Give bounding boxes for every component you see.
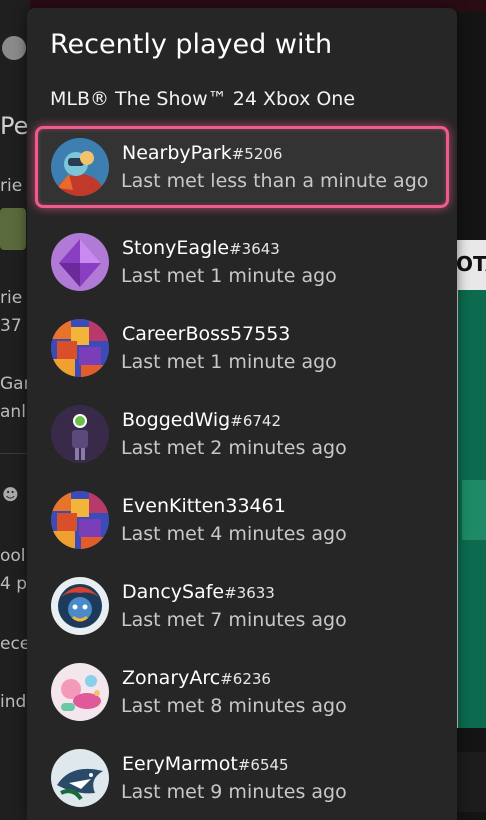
purple-gem-avatar-icon: [51, 233, 109, 291]
player-last-met: Last met 7 minutes ago: [121, 609, 347, 631]
background-text: anl: [0, 402, 26, 422]
player-last-met: Last met 1 minute ago: [121, 351, 337, 373]
player-gamertag-suffix: #3633: [224, 584, 275, 602]
background-text: rie: [0, 176, 23, 196]
game-title: MLB® The Show™ 24 Xbox One: [50, 88, 356, 110]
player-last-met: Last met 9 minutes ago: [121, 781, 347, 803]
player-gamertag: ZonaryArc: [122, 667, 221, 689]
people-icon: ☻: [2, 485, 19, 504]
player-list-item[interactable]: DancySafe#3633 Last met 7 minutes ago: [35, 565, 449, 647]
player-list-item[interactable]: StonyEagle#3643 Last met 1 minute ago: [35, 221, 449, 303]
recently-played-panel: Recently played with MLB® The Show™ 24 X…: [27, 8, 457, 820]
orange-mosaic-avatar-icon: [51, 319, 109, 377]
background-text: ind: [0, 692, 27, 712]
player-gamertag: EvenKitten33461: [122, 495, 286, 517]
background-left-pane: Peo rie rie 37 Gam anl ☻ ool 4 p ece ind: [0, 0, 30, 820]
player-list-item[interactable]: EeryMarmot#6545 Last met 9 minutes ago: [35, 737, 449, 819]
pastel-shapes-avatar-icon: [51, 663, 109, 721]
background-people-heading: Peo: [0, 112, 30, 140]
background-avatar: [0, 208, 26, 250]
background-text: rie: [0, 288, 23, 308]
player-name-line: StonyEagle#3643: [122, 237, 280, 259]
player-name-line: NearbyPark#5206: [122, 142, 282, 164]
player-name-line: DancySafe#3633: [122, 581, 275, 603]
background-text: 37: [0, 316, 22, 336]
player-gamertag: CareerBoss57553: [122, 323, 291, 345]
player-last-met: Last met 1 minute ago: [121, 265, 337, 287]
background-text: ece: [0, 634, 30, 654]
player-list-item[interactable]: ZonaryArc#6236 Last met 8 minutes ago: [35, 651, 449, 733]
player-list-item[interactable]: NearbyPark#5206 Last met less than a min…: [35, 126, 449, 208]
player-name-line: ZonaryArc#6236: [122, 667, 271, 689]
play-triangle-icon: [462, 480, 486, 540]
player-last-met: Last met 2 minutes ago: [121, 437, 347, 459]
background-divider: [0, 453, 30, 454]
player-list-item[interactable]: EvenKitten33461 Last met 4 minutes ago: [35, 479, 449, 561]
player-gamertag-suffix: #6236: [220, 670, 271, 688]
player-last-met: Last met 4 minutes ago: [121, 523, 347, 545]
player-gamertag-suffix: #5206: [231, 145, 283, 163]
xbox-logo-icon: [2, 36, 26, 60]
background-card: [456, 290, 486, 728]
player-gamertag-suffix: #6742: [230, 412, 281, 430]
xbox-figure-avatar-icon: [51, 405, 109, 463]
panel-title: Recently played with: [50, 29, 333, 60]
background-text: Gam: [0, 374, 30, 394]
background-card-footer: [456, 752, 486, 812]
player-name-line: BoggedWig#6742: [122, 409, 281, 431]
player-gamertag: NearbyPark: [122, 142, 232, 164]
player-gamertag: DancySafe: [122, 581, 225, 603]
player-last-met: Last met 8 minutes ago: [121, 695, 347, 717]
player-name-line: EvenKitten33461: [122, 495, 286, 517]
player-gamertag: StonyEagle: [122, 237, 230, 259]
background-text: ool: [0, 546, 26, 566]
player-gamertag-suffix: #3643: [229, 240, 280, 258]
background-card-header: OTA: [456, 240, 486, 290]
player-last-met: Last met less than a minute ago: [121, 170, 429, 192]
player-gamertag: EeryMarmot: [122, 753, 238, 775]
background-right-pane: OTA: [456, 12, 486, 820]
orange-mosaic-avatar-icon: [51, 491, 109, 549]
player-list-item[interactable]: CareerBoss57553 Last met 1 minute ago: [35, 307, 449, 389]
player-gamertag-suffix: #6545: [237, 756, 289, 774]
background-text: 4 p: [0, 574, 28, 594]
player-name-line: EeryMarmot#6545: [122, 753, 289, 775]
player-name-line: CareerBoss57553: [122, 323, 290, 345]
player-list-item[interactable]: BoggedWig#6742 Last met 2 minutes ago: [35, 393, 449, 475]
robot-avatar-icon: [51, 138, 109, 196]
background-card-label: OTA: [456, 252, 486, 276]
player-gamertag: BoggedWig: [122, 409, 231, 431]
lion-avatar-icon: [51, 577, 109, 635]
shark-avatar-icon: [51, 749, 109, 807]
